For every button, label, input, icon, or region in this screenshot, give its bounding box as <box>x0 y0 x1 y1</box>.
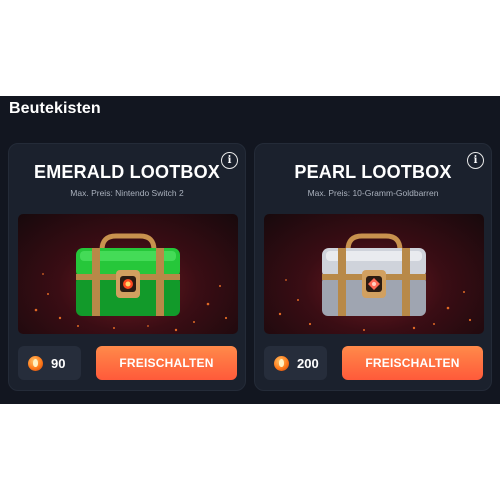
section-title: Beutekisten <box>9 100 101 117</box>
price-box: 200 <box>264 346 327 380</box>
chest-image <box>18 214 238 334</box>
price-value: 90 <box>51 355 66 371</box>
price-value: 200 <box>297 355 319 371</box>
coin-icon <box>274 355 289 371</box>
coin-icon <box>28 355 43 371</box>
chest-image <box>264 214 484 334</box>
lootbox-section: Beutekisten i EMERALD LOOTBOX Max. Preis… <box>0 96 500 404</box>
unlock-button[interactable]: FREISCHALTEN <box>342 346 483 380</box>
lootbox-card-emerald[interactable]: i EMERALD LOOTBOX Max. Preis: Nintendo S… <box>8 143 246 391</box>
lootbox-max-prize: Max. Preis: 10-Gramm-Goldbarren <box>307 188 439 198</box>
price-box: 90 <box>18 346 81 380</box>
lootbox-card-pearl[interactable]: i PEARL LOOTBOX Max. Preis: 10-Gramm-Gol… <box>254 143 492 391</box>
lootbox-max-prize: Max. Preis: Nintendo Switch 2 <box>70 188 184 198</box>
lootbox-title: EMERALD LOOTBOX <box>34 162 220 182</box>
unlock-button[interactable]: FREISCHALTEN <box>96 346 237 380</box>
lootbox-title: PEARL LOOTBOX <box>294 162 452 182</box>
